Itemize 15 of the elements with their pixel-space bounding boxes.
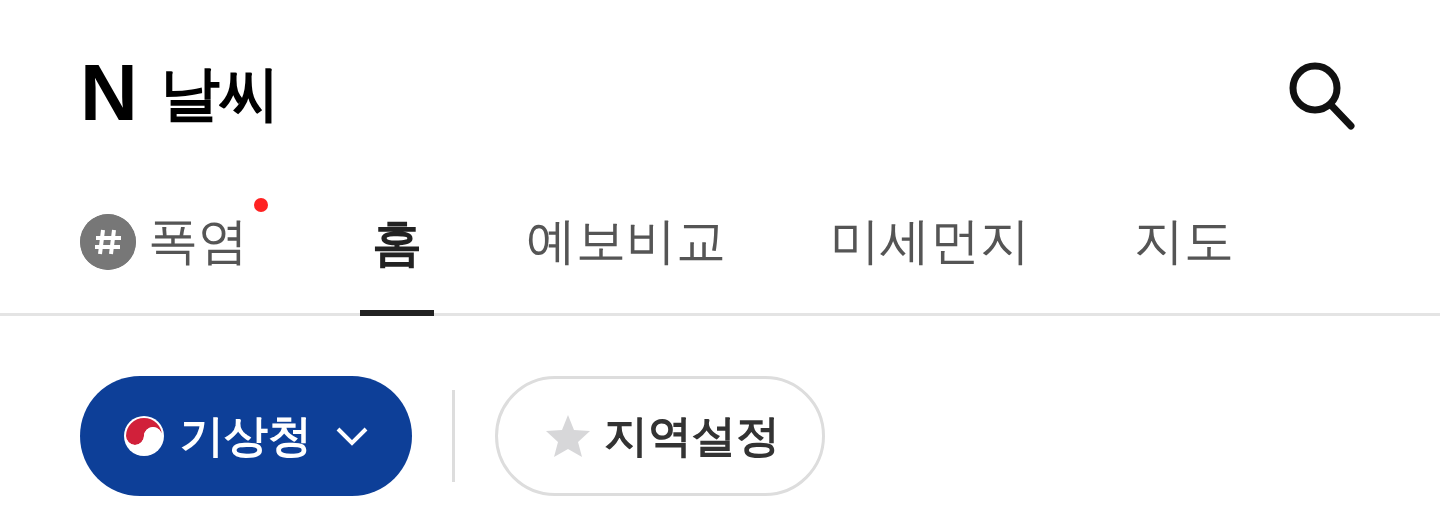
source-dropdown[interactable]: 기상청 bbox=[80, 376, 412, 496]
new-dot bbox=[254, 198, 268, 212]
tab[interactable]: 예보비교 bbox=[514, 170, 738, 313]
hashtag-icon bbox=[80, 213, 136, 270]
tab[interactable]: 폭염 bbox=[80, 170, 280, 313]
logo-mark: N bbox=[80, 53, 136, 133]
tab[interactable]: 홈 bbox=[360, 170, 434, 316]
caret-icon bbox=[334, 425, 370, 447]
tab[interactable]: 지도 bbox=[1122, 170, 1246, 313]
region-setting-button[interactable]: 지역설정 bbox=[495, 376, 825, 496]
tab[interactable]: 미세먼지 bbox=[818, 170, 1042, 313]
page-title: 날씨 bbox=[159, 63, 280, 123]
star-icon bbox=[544, 413, 592, 459]
emblem-icon bbox=[122, 414, 166, 458]
search-icon[interactable] bbox=[1287, 60, 1357, 132]
